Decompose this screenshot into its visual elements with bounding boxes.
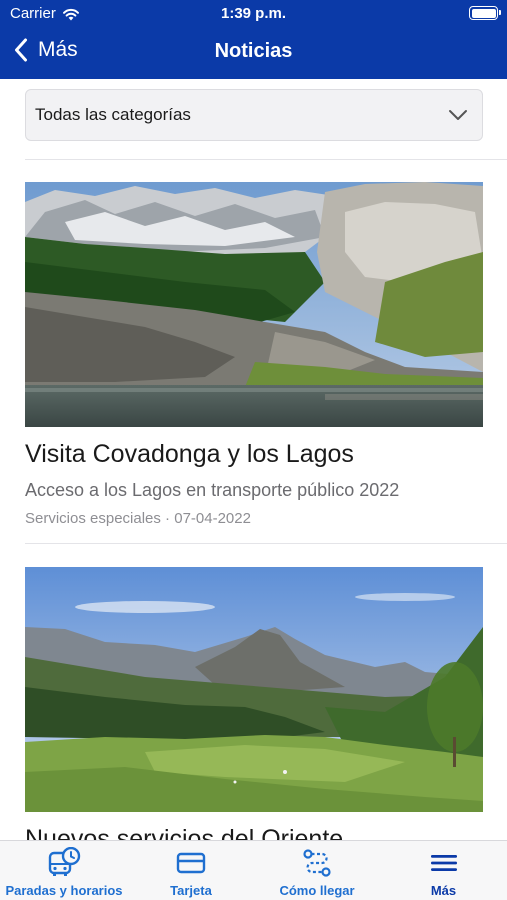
news-list[interactable]: Todas las categorías Visita Covadonga y … bbox=[0, 79, 507, 840]
divider bbox=[25, 543, 507, 544]
category-filter-select[interactable]: Todas las categorías bbox=[25, 89, 483, 141]
battery-icon bbox=[469, 6, 501, 20]
chevron-down-icon bbox=[449, 110, 467, 120]
category-filter-value: Todas las categorías bbox=[35, 105, 191, 124]
news-card-oriente[interactable]: Nuevos servicios del Oriente bbox=[25, 567, 483, 840]
menu-icon bbox=[430, 855, 457, 871]
green-valley-mountains-photo bbox=[25, 567, 483, 812]
tab-tarjeta[interactable]: Tarjeta bbox=[128, 841, 254, 900]
news-subtitle: Acceso a los Lagos en transporte público… bbox=[25, 480, 400, 500]
status-bar: Carrier 1:39 p.m. bbox=[0, 0, 507, 28]
chevron-left-icon bbox=[15, 38, 27, 62]
app-header: Carrier 1:39 p.m. Más Noticias bbox=[0, 0, 507, 79]
news-card-covadonga[interactable]: Visita Covadonga y los Lagos Acceso a lo… bbox=[25, 182, 483, 527]
status-time: 1:39 p.m. bbox=[220, 5, 287, 22]
divider bbox=[25, 159, 507, 160]
route-icon bbox=[303, 849, 331, 877]
back-button-label: Más bbox=[38, 38, 78, 61]
tab-como-llegar[interactable]: Cómo llegar bbox=[254, 841, 380, 900]
tab-mas[interactable]: Más bbox=[380, 841, 507, 900]
tab-paradas-horarios[interactable]: Paradas y horarios bbox=[0, 841, 128, 900]
news-meta: Servicios especiales · 07-04-2022 bbox=[25, 510, 251, 527]
tab-label: Más bbox=[430, 883, 457, 898]
tab-bar: Paradas y horarios Tarjeta Cómo llegar M… bbox=[0, 840, 507, 900]
tab-label: Tarjeta bbox=[170, 883, 212, 898]
tab-label: Cómo llegar bbox=[279, 883, 355, 898]
news-title: Nuevos servicios del Oriente bbox=[25, 825, 344, 840]
bus-clock-icon bbox=[48, 847, 81, 876]
card-icon bbox=[176, 852, 206, 874]
news-title: Visita Covadonga y los Lagos bbox=[25, 440, 354, 468]
tab-label: Paradas y horarios bbox=[5, 883, 123, 898]
mountain-lake-photo bbox=[25, 182, 483, 427]
back-button[interactable]: Más bbox=[14, 38, 78, 62]
